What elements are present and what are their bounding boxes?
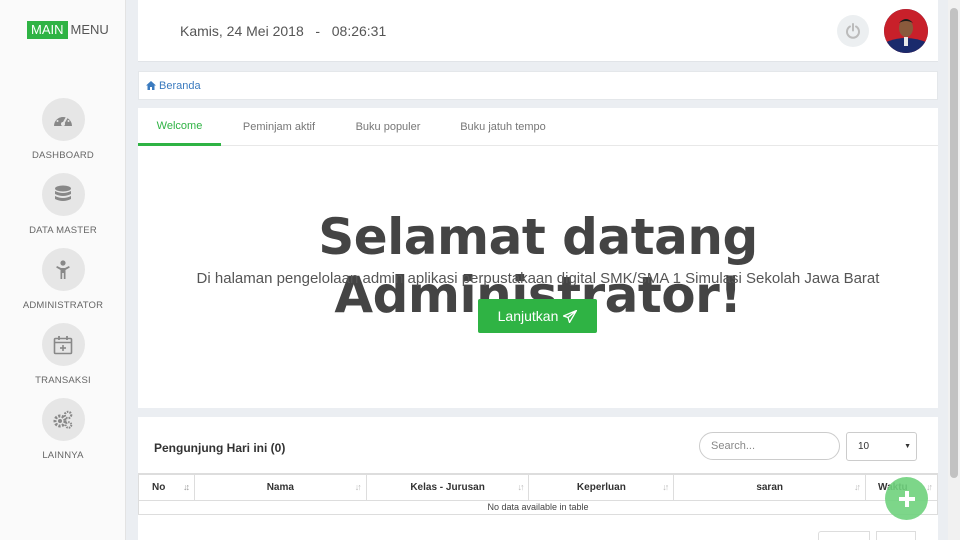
database-icon: [41, 173, 85, 216]
column-header-nama[interactable]: Nama ↓↑: [193, 473, 367, 501]
tab-buku-populer[interactable]: Buku populer: [345, 108, 431, 146]
calendar-plus-icon: [41, 323, 85, 366]
column-header-label: Nama: [266, 481, 294, 493]
column-header-label: Kelas - Jurusan: [410, 481, 485, 493]
tab-welcome[interactable]: Welcome: [138, 108, 221, 146]
tab-buku-jatuh-tempo[interactable]: Buku jatuh tempo: [451, 108, 555, 146]
dashboard-gauge-icon: [41, 98, 85, 141]
visitors-table: No ↓↕ Nama ↓↑ Kelas - Jurusan ↓↑ Keperluan ↓…: [138, 473, 938, 515]
column-header-label: No: [152, 481, 166, 493]
sidebar-item-label: DASHBOARD: [32, 150, 94, 161]
continue-button[interactable]: Lanjutkan: [478, 299, 597, 333]
column-header-label: saran: [756, 481, 783, 493]
home-icon: [146, 81, 156, 90]
sidebar-item-label: DATA MASTER: [29, 225, 97, 236]
brand-main: MAIN: [27, 21, 68, 39]
caret-down-icon: ▼: [904, 443, 911, 450]
sidebar-item-label: TRANSAKSI: [35, 375, 91, 386]
current-date: Kamis, 24 Mei 2018: [180, 23, 304, 39]
sidebar-item-lainnya[interactable]: LAINNYA: [0, 398, 126, 461]
pagination-next[interactable]: [876, 531, 916, 540]
sidebar-item-data-master[interactable]: DATA MASTER: [0, 173, 126, 236]
column-header-label: Keperluan: [576, 481, 626, 493]
welcome-card: Welcome Peminjam aktif Buku populer Buku…: [138, 108, 938, 408]
breadcrumb-home-link[interactable]: Beranda: [159, 80, 201, 92]
tab-peminjam-aktif[interactable]: Peminjam aktif: [233, 108, 325, 146]
sort-icon: ↓↑: [662, 482, 669, 492]
sidebar-item-transaksi[interactable]: TRANSAKSI: [0, 323, 126, 386]
column-header-keperluan[interactable]: Keperluan ↓↑: [528, 473, 675, 501]
column-header-saran[interactable]: saran ↓↑: [673, 473, 867, 501]
gears-icon: [41, 398, 85, 441]
page-scrollbar[interactable]: [948, 0, 960, 540]
brand-logo[interactable]: MAIN MENU: [27, 21, 109, 39]
add-floating-button[interactable]: [885, 477, 928, 520]
visitors-title: Pengunjung Hari ini (0): [154, 441, 286, 455]
column-header-no[interactable]: No ↓↕: [138, 473, 195, 501]
sidebar-item-label: ADMINISTRATOR: [22, 300, 104, 311]
person-icon: [41, 248, 85, 291]
visitors-card: Pengunjung Hari ini (0) 10 ▼ No ↓↕ Nama ↓↑…: [138, 417, 938, 540]
plus-icon: [898, 490, 915, 507]
empty-table-message: No data available in table: [138, 499, 938, 515]
sort-icon: ↓↑: [354, 482, 362, 492]
sidebar-item-label: LAINNYA: [42, 450, 84, 461]
page-size-value: 10: [858, 441, 870, 452]
scrollbar-thumb[interactable]: [950, 8, 958, 478]
welcome-subtitle: Di halaman pengelolaan admin aplikasi pe…: [196, 270, 880, 287]
current-time: 08:26:31: [331, 23, 387, 39]
brand-menu: MENU: [70, 22, 109, 37]
sort-icon: ↓↑: [517, 482, 524, 492]
pagination-previous[interactable]: [818, 531, 870, 540]
sidebar-item-administrator[interactable]: ADMINISTRATOR: [0, 248, 126, 311]
column-header-kelas-jurusan[interactable]: Kelas - Jurusan ↓↑: [365, 473, 530, 501]
sort-icon: ↓↕: [182, 482, 190, 492]
table-row: No data available in table: [138, 499, 938, 515]
table-header-row: No ↓↕ Nama ↓↑ Kelas - Jurusan ↓↑ Keperluan ↓…: [138, 473, 938, 501]
top-header: Kamis, 24 Mei 2018 - 08:26:31: [138, 0, 938, 62]
logout-button[interactable]: [837, 15, 869, 47]
breadcrumb: Beranda: [138, 71, 938, 100]
date-time-separator: -: [315, 23, 321, 39]
sidebar-item-dashboard[interactable]: DASHBOARD: [0, 98, 126, 161]
user-avatar[interactable]: [884, 9, 928, 53]
sidebar: MAIN MENU DASHBOARD DATA MASTER ADMINIST…: [0, 0, 126, 540]
continue-button-label: Lanjutkan: [497, 308, 559, 324]
page-size-select[interactable]: 10 ▼: [846, 432, 917, 461]
tab-bar: Welcome Peminjam aktif Buku populer Buku…: [138, 108, 938, 146]
search-input[interactable]: [699, 432, 840, 460]
date-time: Kamis, 24 Mei 2018 - 08:26:31: [180, 23, 386, 39]
power-icon: [846, 23, 860, 39]
sort-icon: ↓↑: [854, 482, 861, 492]
paper-plane-icon: [563, 309, 578, 323]
